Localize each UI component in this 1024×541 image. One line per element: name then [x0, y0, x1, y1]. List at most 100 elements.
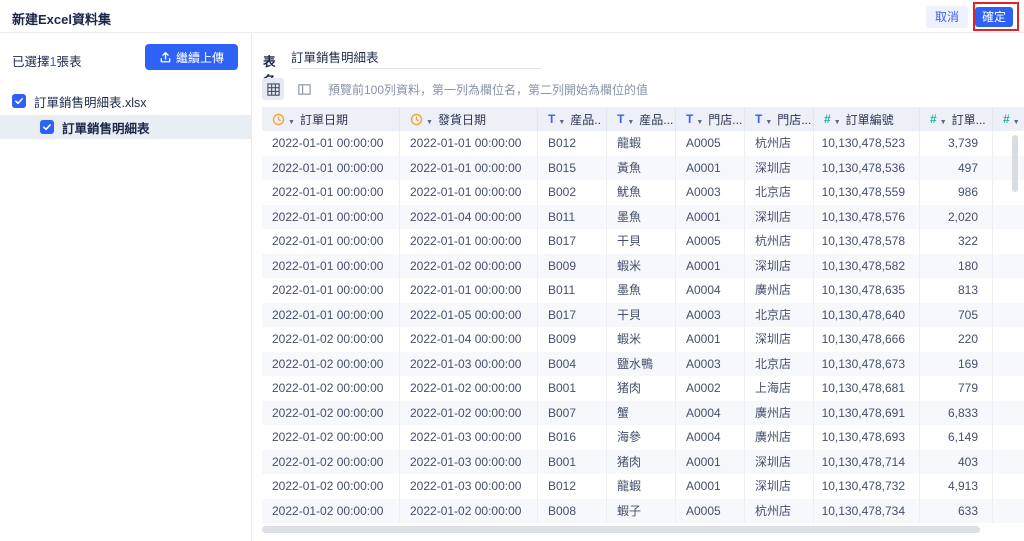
table-cell: 779: [920, 376, 993, 401]
table-cell: [993, 131, 1024, 156]
table-cell: [993, 278, 1024, 303]
table-cell: 黃魚: [607, 155, 676, 180]
preview-hint-text: 預覽前100列資料，第一列為欄位名，第二列開始為欄位的值: [328, 82, 649, 97]
table-cell: 633: [920, 498, 993, 523]
table-cell: A0005: [676, 131, 745, 156]
column-header-發貨日期[interactable]: ▼ 發貨日期: [400, 107, 538, 131]
sheet-item-selected[interactable]: 訂單銷售明細表: [0, 115, 252, 139]
table-cell: 蟹: [607, 400, 676, 425]
column-dropdown-caret-icon[interactable]: ▼: [765, 119, 772, 126]
column-header-産品..[interactable]: T ▼ 産品..: [538, 107, 607, 131]
column-header-産品...[interactable]: T ▼ 産品...: [607, 107, 676, 131]
upload-icon: [159, 51, 172, 64]
table-row: 2022-01-01 00:00:00 2022-01-04 00:00:00 B0…: [262, 204, 1024, 229]
table-cell: [993, 376, 1024, 401]
table-cell: 2022-01-01 00:00:00: [262, 229, 400, 254]
table-cell: 10,130,478,640: [814, 302, 920, 327]
table-cell: 10,130,478,681: [814, 376, 920, 401]
table-cell: 深圳店: [745, 253, 814, 278]
table-cell: 220: [920, 327, 993, 352]
table-cell: 6,833: [920, 400, 993, 425]
column-dropdown-caret-icon[interactable]: ▼: [288, 119, 295, 126]
table-cell: 深圳店: [745, 474, 814, 499]
column-dropdown-caret-icon[interactable]: ▼: [627, 119, 634, 126]
table-body: 2022-01-01 00:00:00 2022-01-01 00:00:00 B0…: [262, 131, 1024, 523]
column-header-門店...[interactable]: T ▼ 門店...: [676, 107, 745, 131]
table-cell: 2022-01-02 00:00:00: [262, 425, 400, 450]
table-cell: [993, 352, 1024, 377]
table-cell: 鹽水鴨: [607, 351, 676, 376]
table-cell: 10,130,478,693: [814, 425, 920, 450]
column-dropdown-caret-icon[interactable]: ▼: [558, 119, 565, 126]
vertical-scrollbar[interactable]: [1012, 135, 1018, 192]
column-dropdown-caret-icon[interactable]: ▼: [426, 119, 433, 126]
table-cell: 4,913: [920, 474, 993, 499]
table-row: 2022-01-01 00:00:00 2022-01-02 00:00:00 B0…: [262, 253, 1024, 278]
sheet-checkbox-checked[interactable]: [40, 120, 54, 134]
column-dropdown-caret-icon[interactable]: ▼: [940, 119, 947, 126]
table-cell: 2022-01-01 00:00:00: [400, 131, 538, 156]
date-type-icon: [272, 113, 285, 126]
column-header-clipped[interactable]: # ▼: [993, 107, 1024, 131]
table-cell: 上海店: [745, 376, 814, 401]
grid-view-button[interactable]: [262, 78, 284, 100]
table-cell: 10,130,478,691: [814, 400, 920, 425]
number-type-icon: #: [1003, 112, 1010, 126]
column-header-訂單編號[interactable]: # ▼ 訂單編號: [814, 107, 920, 131]
table-cell: 2022-01-01 00:00:00: [400, 278, 538, 303]
table-cell: B009: [538, 327, 607, 352]
text-type-icon: T: [686, 112, 694, 126]
table-cell: 2022-01-01 00:00:00: [262, 253, 400, 278]
sidebar: 已選擇1張表 繼續上傳 訂單銷售明細表.xlsx 訂單銷售明細表: [0, 33, 252, 541]
table-cell: 10,130,478,559: [814, 180, 920, 205]
grid-view-icon: [266, 82, 281, 97]
table-cell: 10,130,478,734: [814, 498, 920, 523]
table-cell: B011: [538, 204, 607, 229]
table-cell: [993, 327, 1024, 352]
file-tree: 訂單銷售明細表.xlsx 訂單銷售明細表: [0, 89, 252, 139]
file-item-xlsx[interactable]: 訂單銷售明細表.xlsx: [0, 89, 252, 113]
table-row: 2022-01-01 00:00:00 2022-01-01 00:00:00 B0…: [262, 278, 1024, 303]
table-cell: 杭州店: [745, 131, 814, 156]
column-header-label: 産品...: [639, 112, 674, 127]
table-cell: B004: [538, 351, 607, 376]
table-cell: 深圳店: [745, 204, 814, 229]
horizontal-scrollbar[interactable]: [262, 526, 980, 533]
table-cell: A0001: [676, 204, 745, 229]
column-dropdown-caret-icon[interactable]: ▼: [1013, 119, 1020, 126]
table-cell: A0001: [676, 449, 745, 474]
table-cell: A0001: [676, 474, 745, 499]
table-cell: [993, 450, 1024, 475]
column-header-label: 産品..: [570, 112, 601, 127]
table-cell: 10,130,478,578: [814, 229, 920, 254]
table-cell: B009: [538, 253, 607, 278]
table-row: 2022-01-02 00:00:00 2022-01-03 00:00:00 B0…: [262, 425, 1024, 450]
column-view-button[interactable]: [293, 78, 315, 100]
column-header-訂單...[interactable]: # ▼ 訂單...: [920, 107, 993, 131]
table-cell: 猪肉: [607, 449, 676, 474]
column-dropdown-caret-icon[interactable]: ▼: [696, 119, 703, 126]
table-cell: [993, 303, 1024, 328]
table-name-input[interactable]: [291, 47, 541, 69]
column-header-門店...[interactable]: T ▼ 門店...: [745, 107, 814, 131]
confirm-button[interactable]: 確定: [974, 7, 1013, 27]
column-header-label: 門店...: [708, 112, 743, 127]
table-cell: A0005: [676, 229, 745, 254]
table-row: 2022-01-01 00:00:00 2022-01-05 00:00:00 B0…: [262, 302, 1024, 328]
main-panel: 表名 預覽前100列資料，第一列為欄位名，第二列開始為欄位的值 ▼訂單日期▼發貨…: [253, 33, 1024, 541]
table-cell: 2022-01-02 00:00:00: [262, 327, 400, 352]
table-cell: 2022-01-02 00:00:00: [400, 253, 538, 278]
table-cell: 干貝: [607, 229, 676, 254]
column-dropdown-caret-icon[interactable]: ▼: [834, 119, 841, 126]
selected-count-text: 已選擇1張表: [12, 55, 82, 69]
column-header-label: 訂單日期: [299, 112, 348, 127]
file-checkbox-checked[interactable]: [12, 94, 26, 108]
preview-table: ▼ 訂單日期 ▼ 發貨日期 T ▼ 産品.. T ▼ 産品... T ▼ 門店... T ▼ 門店... # ▼ 訂…: [262, 107, 1024, 524]
cancel-button[interactable]: 取消: [925, 6, 968, 28]
table-cell: 廣州店: [745, 425, 814, 450]
table-cell: 2022-01-01 00:00:00: [262, 278, 400, 303]
table-cell: 403: [920, 449, 993, 474]
table-cell: 龍蝦: [607, 474, 676, 499]
column-header-訂單日期[interactable]: ▼ 訂單日期: [262, 107, 400, 131]
continue-upload-button[interactable]: 繼續上傳: [145, 44, 238, 70]
